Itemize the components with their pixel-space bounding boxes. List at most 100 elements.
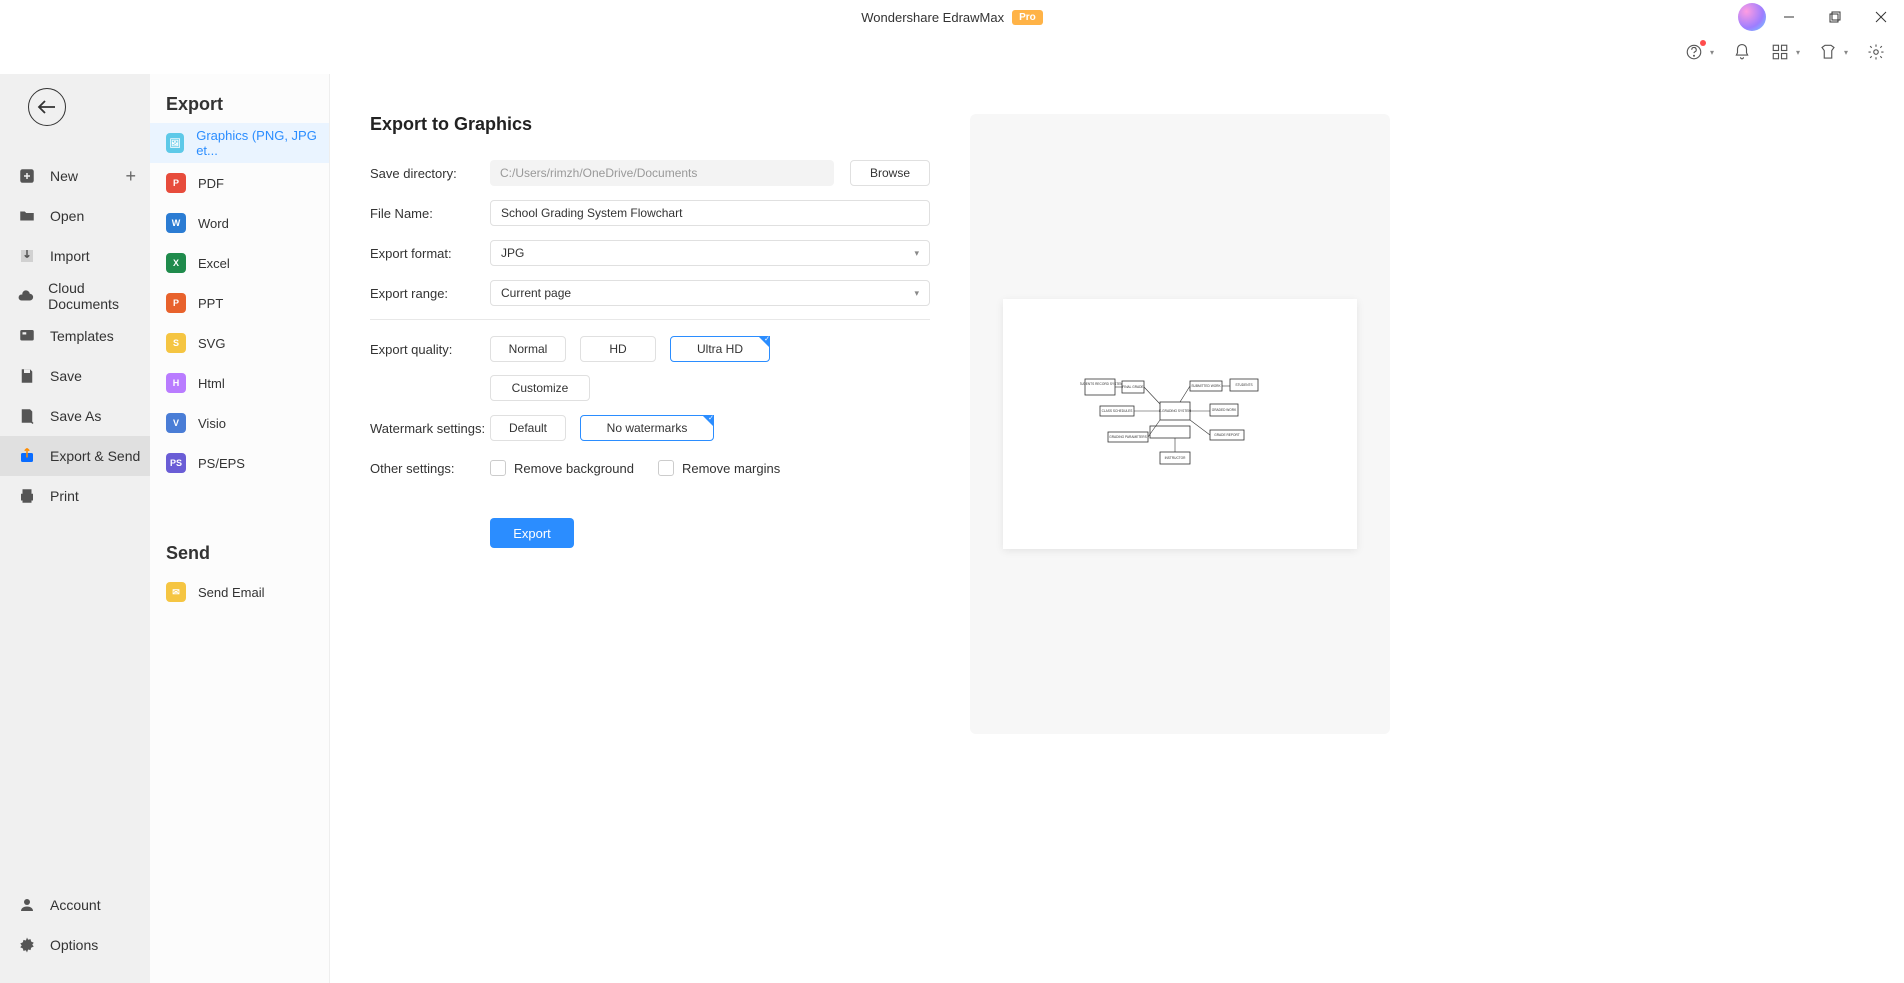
save-directory-label: Save directory: [370,166,490,181]
export-icon [16,445,38,467]
preview-box: STUDENTS RECORD SYSTEM FINAL GRADE SUBMI… [970,114,1390,734]
nav-new-label: New [50,168,78,184]
format-select[interactable]: JPG ▾ [490,240,930,266]
export-visio[interactable]: V Visio [150,403,329,443]
nav-primary: New + Open Import Cloud Documents Templa… [0,74,150,983]
watermark-default-button[interactable]: Default [490,415,566,441]
export-word-label: Word [198,216,229,231]
svg-text:INSTRUCTOR: INSTRUCTOR [1165,456,1187,460]
export-graphics[interactable]: 🖼 Graphics (PNG, JPG et... [150,123,329,163]
export-graphics-label: Graphics (PNG, JPG et... [196,128,329,158]
pro-badge: Pro [1012,10,1043,25]
export-pseps-label: PS/EPS [198,456,245,471]
export-svg-label: SVG [198,336,225,351]
remove-bg-label: Remove background [514,461,634,476]
other-label: Other settings: [370,461,490,476]
export-svg[interactable]: S SVG [150,323,329,363]
remove-margins-label: Remove margins [682,461,780,476]
nav-print-label: Print [50,488,79,504]
apps-dropdown-caret[interactable]: ▾ [1796,48,1800,57]
svg-text:CLASS SCHEDULES: CLASS SCHEDULES [1102,409,1133,413]
export-heading: Export [150,94,329,115]
filename-input[interactable] [490,200,930,226]
export-html[interactable]: H Html [150,363,329,403]
content-area: Export to Graphics Save directory: Brows… [330,74,1904,983]
svg-text:E-GRADING SYSTEM: E-GRADING SYSTEM [1159,409,1191,413]
print-icon [16,485,38,507]
ppt-file-icon: P [166,293,186,313]
watermark-none-button[interactable]: No watermarks [580,415,714,441]
import-icon [16,245,38,267]
nav-new[interactable]: New + [0,156,150,196]
bell-icon[interactable] [1732,42,1752,62]
folder-icon [16,205,38,227]
svg-text:GRADING PARAMETERS: GRADING PARAMETERS [1109,435,1147,439]
nav-templates-label: Templates [50,328,114,344]
quality-ultrahd-button[interactable]: Ultra HD [670,336,770,362]
user-icon [16,894,38,916]
preview-panel: STUDENTS RECORD SYSTEM FINAL GRADE SUBMI… [970,114,1410,943]
send-email-label: Send Email [198,585,264,600]
quality-label: Export quality: [370,342,490,357]
caret-down-icon: ▾ [914,288,919,299]
save-icon [16,365,38,387]
help-dropdown-caret[interactable]: ▾ [1710,48,1714,57]
shirt-icon[interactable] [1818,42,1838,62]
caret-down-icon: ▾ [914,248,919,259]
plus-icon[interactable]: + [125,166,136,187]
nav-exportsend[interactable]: Export & Send [0,436,150,476]
nav-print[interactable]: Print [0,476,150,516]
export-excel-label: Excel [198,256,230,271]
quality-normal-button[interactable]: Normal [490,336,566,362]
format-label: Export format: [370,246,490,261]
export-button[interactable]: Export [490,518,574,548]
excel-file-icon: X [166,253,186,273]
arrow-left-icon [37,100,57,114]
export-word[interactable]: W Word [150,203,329,243]
cloud-icon [16,285,36,307]
svg-text:STUDENTS RECORD SYSTEM: STUDENTS RECORD SYSTEM [1080,382,1123,386]
nav-options[interactable]: Options [0,925,150,965]
user-avatar[interactable] [1738,3,1766,31]
export-pdf[interactable]: P PDF [150,163,329,203]
nav-cloud[interactable]: Cloud Documents [0,276,150,316]
export-pseps[interactable]: PS PS/EPS [150,443,329,483]
svg-text:GRADE REPORT: GRADE REPORT [1214,433,1239,437]
nav-account-label: Account [50,897,101,913]
nav-exportsend-label: Export & Send [50,448,140,464]
export-pdf-label: PDF [198,176,224,191]
export-excel[interactable]: X Excel [150,243,329,283]
templates-icon [16,325,38,347]
nav-account[interactable]: Account [0,885,150,925]
apps-icon[interactable] [1770,42,1790,62]
remove-margins-checkbox[interactable]: Remove margins [658,460,780,476]
remove-background-checkbox[interactable]: Remove background [490,460,634,476]
html-file-icon: H [166,373,186,393]
flowchart-preview-icon: STUDENTS RECORD SYSTEM FINAL GRADE SUBMI… [1080,364,1280,484]
send-email[interactable]: ✉ Send Email [150,572,329,612]
plus-square-icon [16,165,38,187]
titlebar: Wondershare EdrawMax Pro [0,0,1904,34]
maximize-button[interactable] [1812,0,1858,34]
close-button[interactable] [1858,0,1904,34]
export-ppt[interactable]: P PPT [150,283,329,323]
minimize-button[interactable] [1766,0,1812,34]
nav-save[interactable]: Save [0,356,150,396]
nav-import[interactable]: Import [0,236,150,276]
shirt-dropdown-caret[interactable]: ▾ [1844,48,1848,57]
browse-button[interactable]: Browse [850,160,930,186]
help-icon[interactable] [1684,42,1704,62]
save-directory-input[interactable] [490,160,834,186]
nav-saveas[interactable]: Save As [0,396,150,436]
format-value: JPG [501,246,524,260]
quality-customize-button[interactable]: Customize [490,375,590,401]
nav-open-label: Open [50,208,84,224]
gear-icon[interactable] [1866,42,1886,62]
range-value: Current page [501,286,571,300]
range-select[interactable]: Current page ▾ [490,280,930,306]
nav-save-label: Save [50,368,82,384]
back-button[interactable] [28,88,66,126]
quality-hd-button[interactable]: HD [580,336,656,362]
nav-templates[interactable]: Templates [0,316,150,356]
nav-open[interactable]: Open [0,196,150,236]
